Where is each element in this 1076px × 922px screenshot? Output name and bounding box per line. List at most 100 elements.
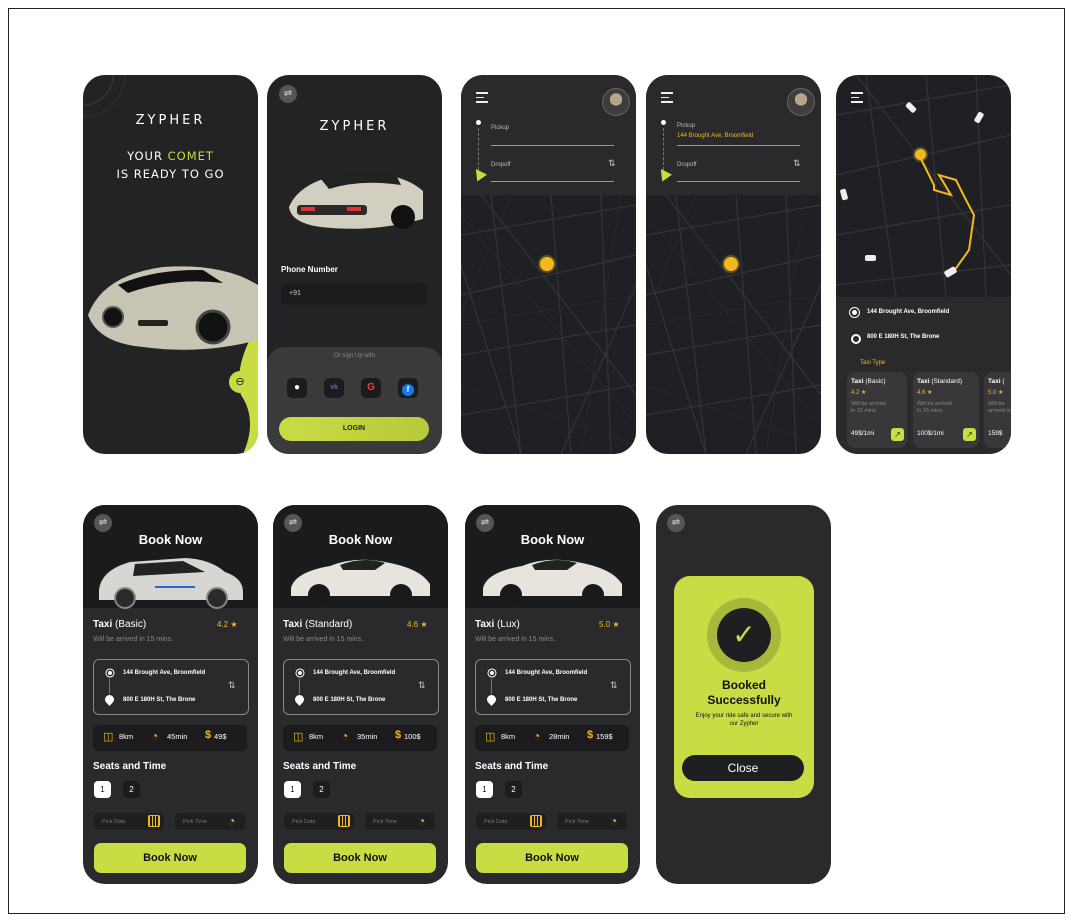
hero-car-image: [88, 266, 258, 350]
booking-screen-standard: ⇌ Book Now Taxi (Standard) 4.6 ★ Will be…: [273, 505, 448, 884]
swap-arrows-icon[interactable]: ⇅: [793, 158, 801, 169]
pick-time-label: Pick Time: [373, 819, 397, 825]
page-title: Book Now: [138, 532, 203, 547]
pickup-value[interactable]: 144 Brought Ave, Broomfield: [677, 133, 753, 139]
vk-icon[interactable]: vk: [324, 378, 344, 398]
success-title: Booked Successfully: [674, 678, 814, 708]
seats-time-label: Seats and Time: [475, 761, 549, 772]
pickup-underline: [677, 145, 800, 146]
location-pin-icon: [293, 693, 306, 706]
pick-time-field[interactable]: Pick Time ◔: [175, 813, 245, 830]
taxi-type-label: Taxi Type: [860, 360, 886, 366]
apple-icon[interactable]: ●: [287, 378, 307, 398]
taxi-card-name: Taxi (Basic): [851, 378, 886, 385]
next-arrow-button[interactable]: ⊖: [229, 371, 251, 393]
phone-number-input[interactable]: +91: [281, 283, 427, 305]
facebook-icon[interactable]: f: [398, 378, 418, 398]
phone-code: +91: [289, 290, 301, 297]
taxi-eta: Will be arrived in 15 mins.: [283, 636, 364, 643]
route-from: 144 Brought Ave, Broomfield: [123, 670, 206, 676]
distance-value: 8km: [501, 732, 516, 741]
seats-time-label: Seats and Time: [283, 761, 357, 772]
map-screen-filled: Pickup 144 Brought Ave, Broomfield Dropo…: [646, 75, 821, 454]
route-screen: 144 Brought Ave, Broomfield 800 E 180H S…: [836, 75, 1011, 454]
avatar[interactable]: [787, 88, 815, 116]
close-button[interactable]: Close: [682, 755, 804, 781]
pick-date-field[interactable]: Pick Date: [284, 813, 354, 830]
taxi-card-price: 159$: [988, 430, 1003, 437]
taxi-card-lux[interactable]: Taxi ( 5.0 ★ Will be arrived in 15 mins …: [984, 372, 1011, 448]
origin-radio-icon: [490, 671, 494, 675]
calendar-icon: [530, 815, 542, 827]
seat-option-1[interactable]: 1: [284, 781, 301, 798]
pickup-label: Pickup: [677, 123, 696, 129]
origin-radio-icon: [108, 671, 112, 675]
menu-icon[interactable]: [851, 92, 863, 103]
taxi-rating: 4.2 ★: [217, 620, 238, 629]
swap-arrows-icon[interactable]: ⇅: [418, 680, 426, 691]
clock-icon: ◔: [418, 814, 426, 828]
map-icon: ◫: [103, 731, 114, 743]
brand-logo: ZYPHER: [135, 113, 206, 128]
seat-option-1[interactable]: 1: [94, 781, 111, 798]
taxi-card-rating: 4.2 ★: [851, 390, 867, 396]
taxi-card-price: 49$/1mi: [851, 430, 875, 437]
dropoff-underline: [491, 181, 614, 182]
pick-date-field[interactable]: Pick Date: [476, 813, 546, 830]
price-value: 100$: [404, 732, 421, 741]
route-from: 144 Brought Ave, Broomfield: [505, 670, 588, 676]
taxi-card-standard[interactable]: Taxi (Standard) 4.6 ★ Will be arrived in…: [913, 372, 979, 448]
seat-option-2[interactable]: 2: [505, 781, 522, 798]
swap-icon[interactable]: ⇌: [94, 514, 112, 532]
taxi-eta: Will be arrived in 15 mins.: [93, 636, 174, 643]
select-arrow-icon[interactable]: ↗: [891, 428, 904, 441]
taxi-name: Taxi (Basic): [93, 619, 147, 630]
seat-option-2[interactable]: 2: [123, 781, 140, 798]
swap-arrows-icon[interactable]: ⇅: [608, 158, 616, 169]
login-button[interactable]: LOGIN: [279, 417, 429, 441]
brand-logo: ZYPHER: [319, 119, 390, 134]
tagline: YOUR COMET IS READY TO GO: [83, 147, 258, 183]
tagline-line2: IS READY TO GO: [116, 167, 225, 181]
calendar-icon: [338, 815, 350, 827]
success-title-line1: Booked: [721, 678, 766, 692]
map-screen-empty: Pickup Dropoff ⇅: [461, 75, 636, 454]
book-now-button[interactable]: Book Now: [94, 843, 246, 873]
taxi-card-name: Taxi (Standard): [917, 378, 963, 385]
swap-icon[interactable]: ⇌: [476, 514, 494, 532]
route-box: 144 Brought Ave, Broomfield 800 E 180H S…: [93, 659, 249, 715]
taxi-card-basic[interactable]: Taxi (Basic) 4.2 ★ Will be arrived in 15…: [847, 372, 907, 448]
page-title: Book Now: [520, 532, 585, 547]
pick-time-field[interactable]: Pick Time ◔: [557, 813, 627, 830]
swap-arrows-icon[interactable]: ⇅: [228, 680, 236, 691]
pick-date-field[interactable]: Pick Date: [94, 813, 164, 830]
pickup-pin-icon: [661, 120, 666, 125]
pick-date-label: Pick Date: [102, 819, 126, 825]
book-now-button[interactable]: Book Now: [284, 843, 436, 873]
menu-icon[interactable]: [476, 92, 488, 103]
swap-icon[interactable]: ⇌: [279, 85, 297, 103]
duration-value: 28min: [549, 732, 570, 741]
calendar-icon: [148, 815, 160, 827]
location-pin-icon: [103, 693, 116, 706]
duration-value: 35min: [357, 732, 378, 741]
dollar-icon: $: [395, 729, 402, 741]
dollar-icon: $: [587, 729, 594, 741]
taxi-card-eta: Will be arrived in 15 mins: [851, 401, 886, 414]
book-now-button[interactable]: Book Now: [476, 843, 628, 873]
route-connector: [491, 679, 492, 694]
seat-option-1[interactable]: 1: [476, 781, 493, 798]
arrow-right-icon: ⊖: [235, 376, 245, 388]
swap-icon[interactable]: ⇌: [667, 514, 685, 532]
select-arrow-icon[interactable]: ↗: [963, 428, 976, 441]
google-icon[interactable]: G: [361, 378, 381, 398]
swap-icon[interactable]: ⇌: [284, 514, 302, 532]
route-box: 144 Brought Ave, Broomfield 800 E 180H S…: [283, 659, 439, 715]
avatar[interactable]: [602, 88, 630, 116]
swap-arrows-icon[interactable]: ⇅: [610, 680, 618, 691]
current-location-icon: [724, 257, 738, 271]
seat-option-2[interactable]: 2: [313, 781, 330, 798]
trip-stats: ◫ 8km ◔ 45min $ 49$: [93, 725, 247, 751]
menu-icon[interactable]: [661, 92, 673, 103]
pick-time-field[interactable]: Pick Time ◔: [365, 813, 435, 830]
